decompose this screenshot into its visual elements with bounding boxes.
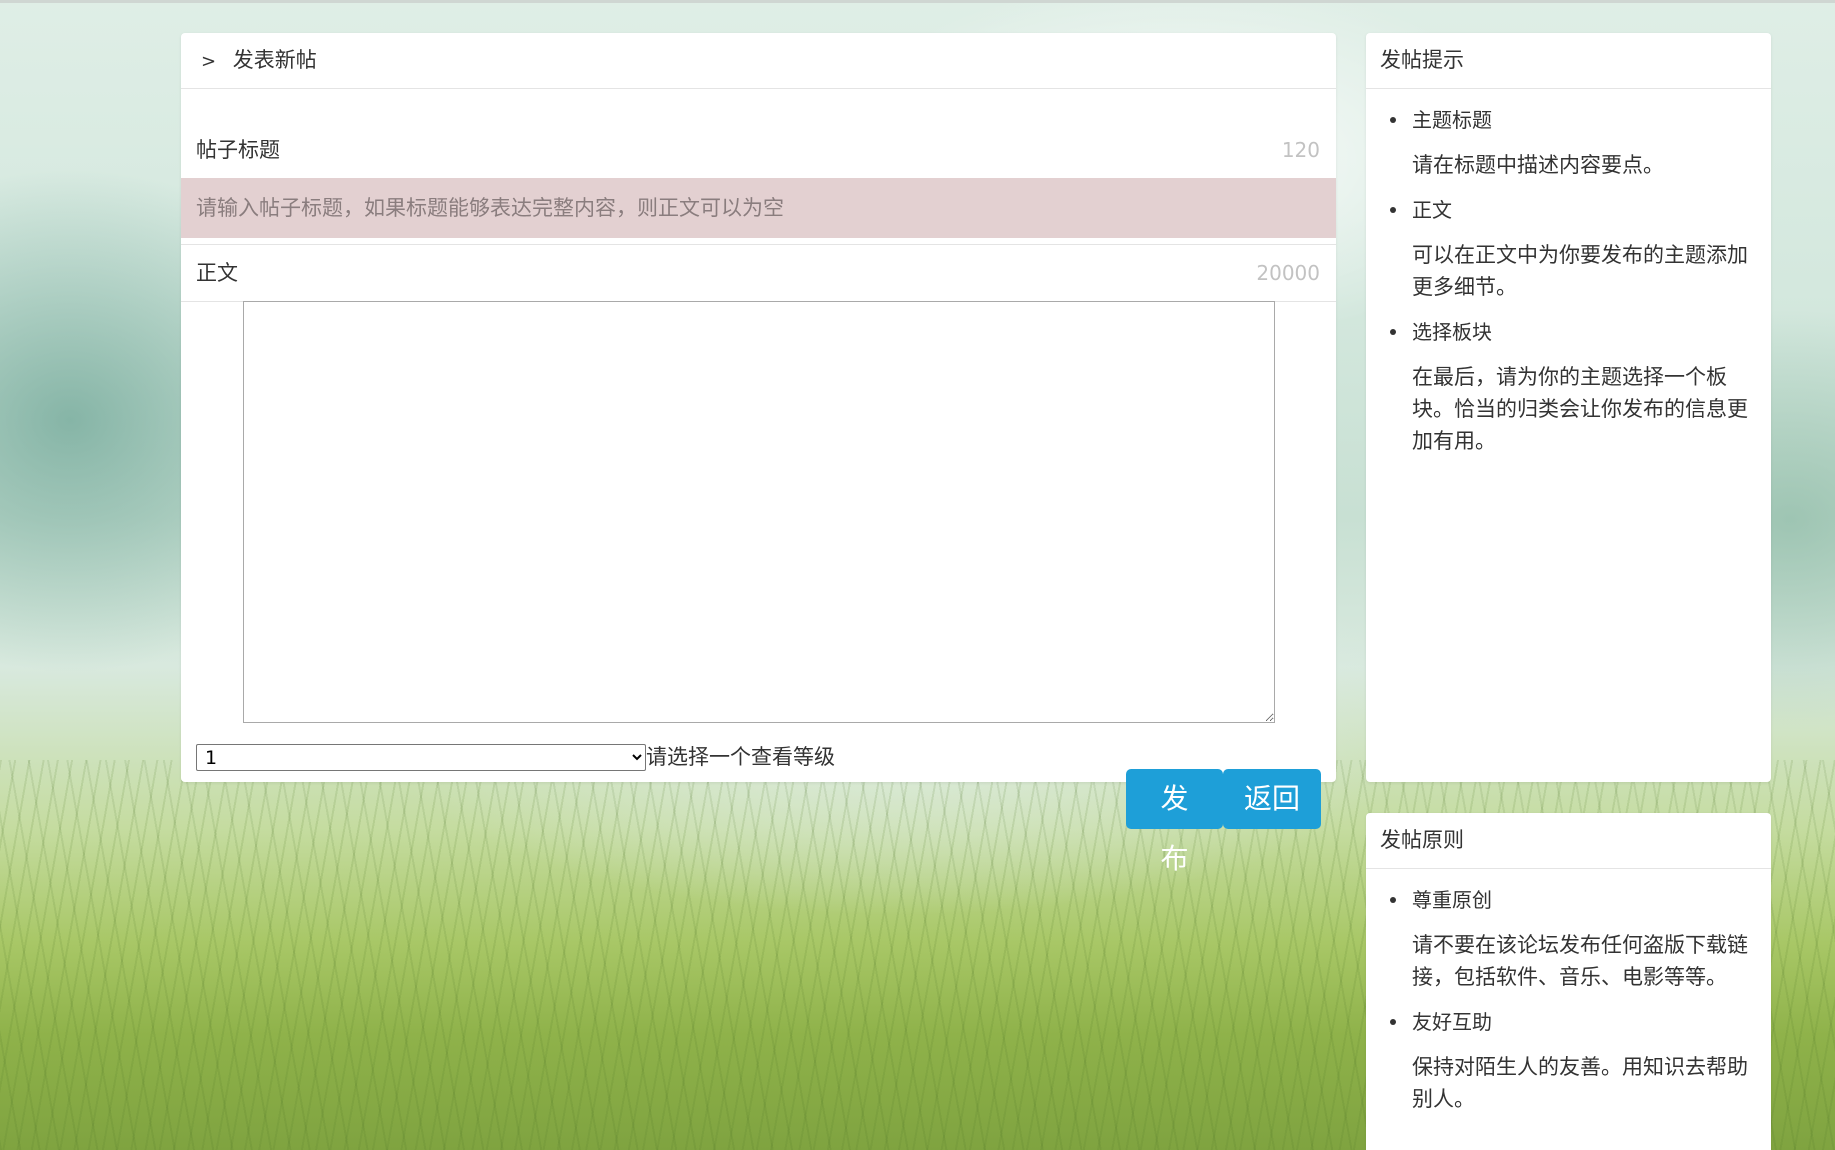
rule-item-text: 请不要在该论坛发布任何盗版下载链接，包括软件、音乐、电影等等。: [1412, 933, 1748, 989]
posting-rules-header: 发帖原则: [1366, 813, 1771, 869]
post-title-input[interactable]: [181, 178, 1336, 238]
rule-item-text: 保持对陌生人的友善。用知识去帮助别人。: [1412, 1055, 1748, 1111]
posting-rules-list: 尊重原创 请不要在该论坛发布任何盗版下载链接，包括软件、音乐、电影等等。 友好互…: [1366, 869, 1771, 1115]
rule-item-title: 友好互助: [1390, 1007, 1757, 1037]
bullet-icon: [1390, 207, 1396, 213]
new-post-panel: > 发表新帖 帖子标题 120 正文 20000 1 请选择一个查看等级: [181, 33, 1336, 782]
body-field-row: 正文 20000: [181, 244, 1336, 302]
posting-tips-list: 主题标题 请在标题中描述内容要点。 正文 可以在正文中为你要发布的主题添加更多细…: [1366, 89, 1771, 457]
back-button[interactable]: 返回: [1223, 769, 1321, 829]
tip-item-title: 主题标题: [1390, 105, 1757, 135]
list-item: 主题标题 请在标题中描述内容要点。: [1390, 105, 1757, 181]
bullet-icon: [1390, 329, 1396, 335]
publish-button[interactable]: 发布: [1126, 769, 1223, 875]
rule-item-title: 尊重原创: [1390, 885, 1757, 915]
posting-rules-panel: 发帖原则 尊重原创 请不要在该论坛发布任何盗版下载链接，包括软件、音乐、电影等等…: [1366, 813, 1771, 1150]
list-item: 正文 可以在正文中为你要发布的主题添加更多细节。: [1390, 195, 1757, 303]
tip-item-title: 选择板块: [1390, 317, 1757, 347]
bullet-icon: [1390, 897, 1396, 903]
posting-tips-header: 发帖提示: [1366, 33, 1771, 89]
post-body-textarea[interactable]: [243, 301, 1275, 723]
title-char-limit: 120: [1281, 138, 1320, 162]
title-field-row: 帖子标题 120: [181, 122, 1336, 179]
bullet-icon: [1390, 1019, 1396, 1025]
view-level-hint: 请选择一个查看等级: [646, 745, 835, 769]
body-label: 正文: [196, 261, 238, 285]
list-item: 选择板块 在最后，请为你的主题选择一个板块。恰当的归类会让你发布的信息更加有用。: [1390, 317, 1757, 457]
bullet-icon: [1390, 117, 1396, 123]
list-item: 友好互助 保持对陌生人的友善。用知识去帮助别人。: [1390, 1007, 1757, 1115]
title-label: 帖子标题: [196, 138, 280, 162]
list-item: 尊重原创 请不要在该论坛发布任何盗版下载链接，包括软件、音乐、电影等等。: [1390, 885, 1757, 993]
tip-item-text: 在最后，请为你的主题选择一个板块。恰当的归类会让你发布的信息更加有用。: [1412, 365, 1748, 453]
view-level-select[interactable]: 1: [196, 744, 646, 771]
posting-tips-panel: 发帖提示 主题标题 请在标题中描述内容要点。 正文 可以在正文中为你要发布的主题…: [1366, 33, 1771, 782]
new-post-header: > 发表新帖: [181, 33, 1336, 89]
body-char-limit: 20000: [1256, 261, 1320, 285]
chevron-right-icon: >: [201, 51, 217, 72]
tip-item-text: 请在标题中描述内容要点。: [1412, 153, 1664, 177]
tip-item-title: 正文: [1390, 195, 1757, 225]
new-post-title: 发表新帖: [232, 48, 317, 72]
tip-item-text: 可以在正文中为你要发布的主题添加更多细节。: [1412, 243, 1748, 299]
top-border: [0, 0, 1835, 3]
